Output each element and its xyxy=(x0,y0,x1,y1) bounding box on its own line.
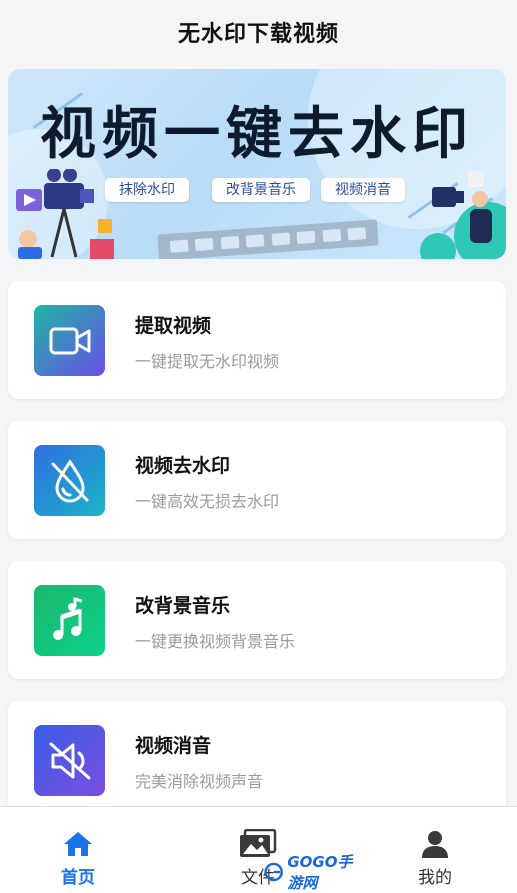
site-watermark: GOGO手游网 xyxy=(264,853,364,892)
no-water-drop-icon xyxy=(51,458,88,502)
extract-video-icon-box xyxy=(34,305,105,376)
change-music-icon-box xyxy=(34,585,105,656)
videographer-illustration xyxy=(420,171,506,259)
movie-camera-illustration xyxy=(16,169,114,259)
feature-card-mute-video[interactable]: 视频消音 完美消除视频声音 xyxy=(8,701,506,819)
film-strip-illustration xyxy=(157,219,379,259)
card-title: 改背景音乐 xyxy=(135,595,231,617)
feature-card-change-music[interactable]: 改背景音乐 一键更换视频背景音乐 xyxy=(8,561,506,679)
mute-video-icon-box xyxy=(34,725,105,796)
banner-headline: 视频一键去水印 xyxy=(40,101,474,167)
user-icon xyxy=(420,829,450,859)
card-subtitle: 一键更换视频背景音乐 xyxy=(135,632,296,651)
nav-label: 我的 xyxy=(418,868,452,888)
watermark-logo-icon xyxy=(264,862,283,882)
card-title: 视频消音 xyxy=(135,735,212,757)
gallery-icon xyxy=(239,829,277,859)
mute-speaker-icon xyxy=(49,742,90,779)
home-icon xyxy=(62,829,94,859)
bottom-nav: 首页 文件 我的 xyxy=(0,806,517,893)
banner-chip: 改背景音乐 xyxy=(212,178,310,202)
remove-watermark-icon-box xyxy=(34,445,105,516)
app-header: 无水印下载视频 xyxy=(0,0,517,64)
nav-label: 首页 xyxy=(61,868,95,888)
nav-item-home[interactable]: 首页 xyxy=(18,807,138,893)
card-title: 视频去水印 xyxy=(135,455,231,477)
feature-card-remove-watermark[interactable]: 视频去水印 一键高效无损去水印 xyxy=(8,421,506,539)
promo-banner[interactable]: 视频一键去水印 抹除水印 改背景音乐 视频消音 xyxy=(8,69,506,259)
video-camera-icon xyxy=(49,327,90,354)
card-subtitle: 一键高效无损去水印 xyxy=(135,492,280,511)
card-title: 提取视频 xyxy=(135,315,212,337)
feature-card-extract-video[interactable]: 提取视频 一键提取无水印视频 xyxy=(8,281,506,399)
music-notes-icon xyxy=(52,596,82,640)
banner-chip: 视频消音 xyxy=(321,178,405,202)
card-subtitle: 完美消除视频声音 xyxy=(135,772,264,791)
watermark-text: GOGO手游网 xyxy=(287,853,353,892)
nav-item-profile[interactable]: 我的 xyxy=(375,807,495,893)
card-subtitle: 一键提取无水印视频 xyxy=(135,352,280,371)
page-title: 无水印下载视频 xyxy=(177,22,339,47)
